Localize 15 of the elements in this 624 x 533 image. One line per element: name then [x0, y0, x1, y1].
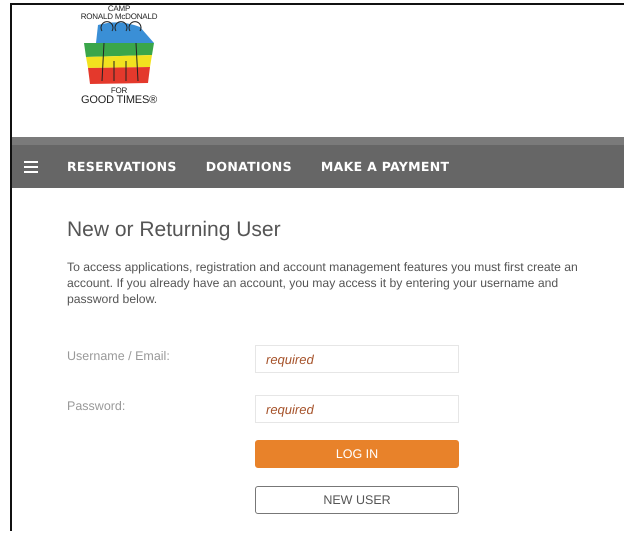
logo-text: CAMP: [108, 5, 130, 13]
field-label: Password:: [67, 398, 126, 413]
page-title: New or Returning User: [67, 218, 282, 242]
field-label: Username / Email:: [67, 348, 171, 363]
nav-link[interactable]: DONATIONS: [206, 159, 292, 174]
nav-link[interactable]: MAKE A PAYMENT: [320, 159, 450, 174]
logo-text: RONALD McDONALD: [80, 13, 158, 21]
intro-text: To access applications, registration and account management features you must first create an account. If you already have an account, you may access it by entering your username and password below.: [67, 259, 579, 307]
logo-text: FOR: [110, 87, 128, 95]
new-user-button[interactable]: NEW USER: [255, 486, 459, 514]
menu-icon[interactable]: [24, 160, 38, 172]
input-field[interactable]: required: [255, 395, 459, 423]
logo-text: GOOD TIMES®: [81, 95, 157, 106]
input-field[interactable]: required: [255, 345, 459, 373]
nav-link[interactable]: RESERVATIONS: [67, 159, 177, 174]
